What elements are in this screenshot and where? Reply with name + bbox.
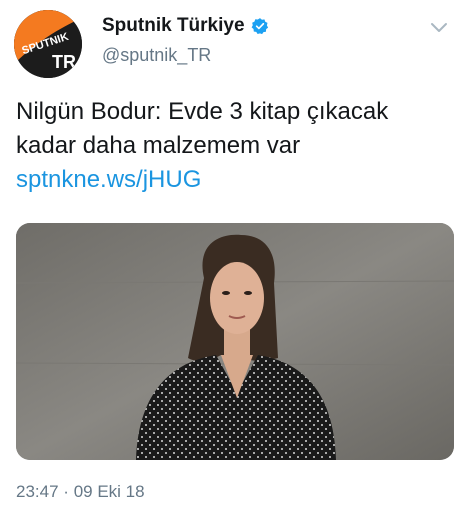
handle[interactable]: @sputnik_TR <box>102 45 269 66</box>
tweet-time: 23:47 <box>16 482 59 501</box>
tweet-media[interactable] <box>16 223 454 460</box>
display-name[interactable]: Sputnik Türkiye <box>102 15 245 37</box>
tweet-header: SPUTNIK TR Sputnik Türkiye @sputnik_TR <box>14 10 456 80</box>
verified-badge-icon <box>251 17 269 35</box>
tweet-date: 09 Eki 18 <box>73 482 145 501</box>
tweet-link[interactable]: sptnkne.ws/jHUG <box>16 163 456 197</box>
avatar[interactable]: SPUTNIK TR <box>14 10 82 78</box>
tweet-text-line-2: kadar daha malzemem var <box>16 132 301 159</box>
tweet-text: Nilgün Bodur: Evde 3 kitap çıkacak kadar… <box>16 95 456 197</box>
chevron-down-icon[interactable] <box>428 16 450 38</box>
media-photo <box>16 223 454 460</box>
sputnik-logo-icon: SPUTNIK TR <box>14 10 82 78</box>
tweet-card: SPUTNIK TR Sputnik Türkiye @sputnik_TR N… <box>0 0 470 509</box>
tweet-text-line-1: Nilgün Bodur: Evde 3 kitap çıkacak <box>16 98 389 125</box>
name-row: Sputnik Türkiye <box>102 14 269 38</box>
tweet-timestamp[interactable]: 23:47 · 09 Eki 18 <box>16 482 145 502</box>
author-info: Sputnik Türkiye @sputnik_TR <box>102 14 269 66</box>
timestamp-separator: · <box>63 482 69 501</box>
avatar-badge-text: TR <box>52 52 76 72</box>
